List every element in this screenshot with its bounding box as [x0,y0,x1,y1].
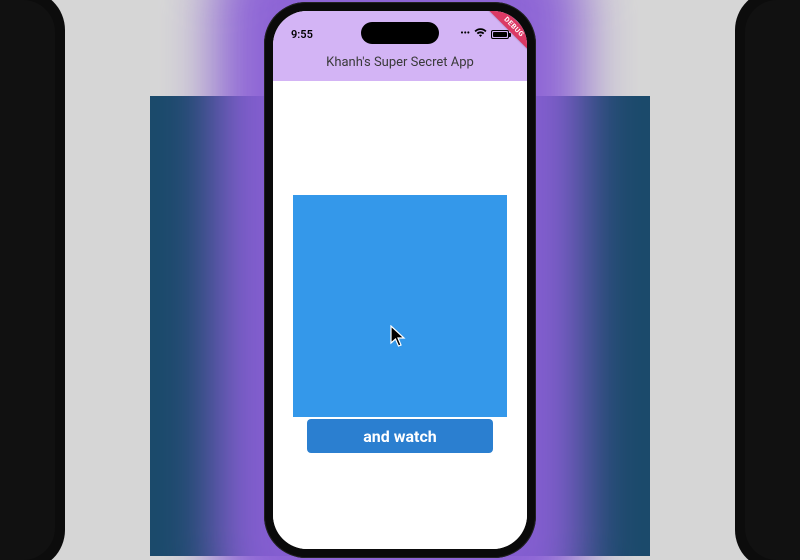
app-body: and watch [273,81,527,549]
caption-text: and watch [363,427,437,446]
status-icons: ••• [460,28,509,41]
phone-frame: 9:55 ••• Khanh's Super Secret App DEBUG [264,2,536,558]
signal-icon: ••• [460,29,470,39]
caption-bar: and watch [307,419,493,453]
side-phone-left-screen [0,0,55,560]
side-phone-right [735,0,800,560]
wifi-icon [474,28,487,41]
dynamic-island [361,22,439,44]
side-phone-left [0,0,65,560]
content-box[interactable] [293,195,507,417]
battery-icon [491,30,509,39]
app-title: Khanh's Super Secret App [273,55,527,70]
side-phone-right-screen [745,0,800,560]
status-time: 9:55 [291,28,313,41]
stage-background: 9:55 ••• Khanh's Super Secret App DEBUG [0,0,800,560]
phone-screen: 9:55 ••• Khanh's Super Secret App DEBUG [273,11,527,549]
